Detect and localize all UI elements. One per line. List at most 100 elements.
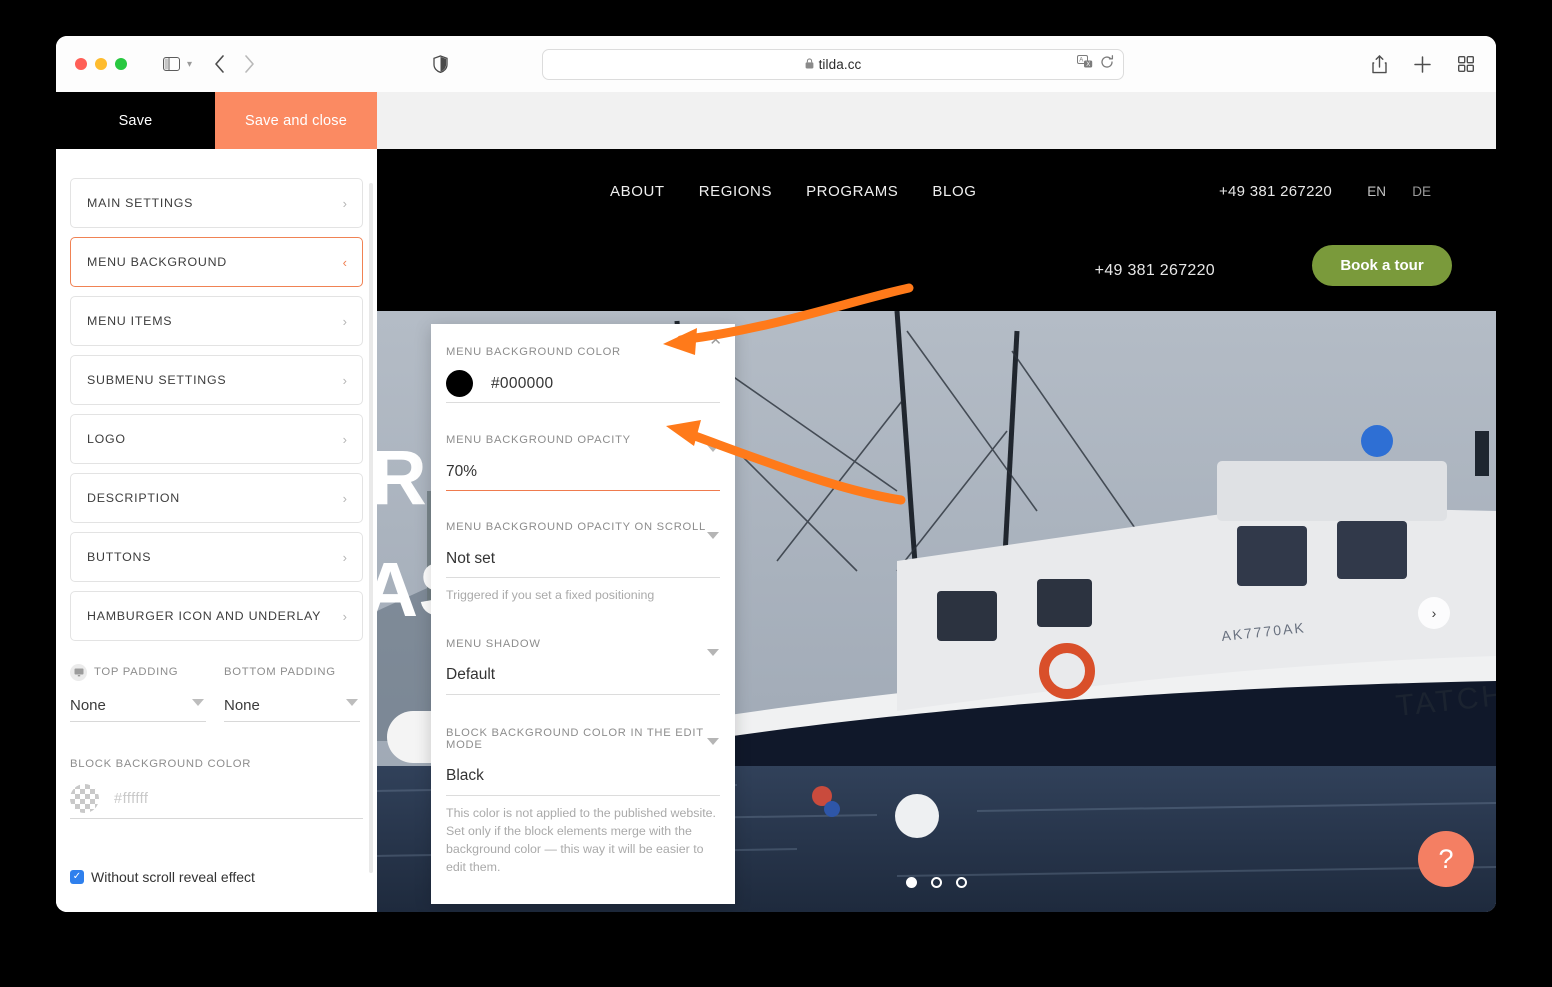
- slider-dot-2[interactable]: [931, 877, 942, 888]
- sidebar-toggle-icon[interactable]: [163, 57, 180, 71]
- caret-down-icon: [707, 532, 719, 539]
- window-controls[interactable]: [75, 58, 127, 70]
- language-switch-en[interactable]: EN: [1367, 184, 1386, 199]
- url-text: tilda.cc: [819, 57, 862, 72]
- caret-down-icon: [707, 445, 719, 452]
- block-background-color-value: #ffffff: [114, 791, 148, 807]
- chevron-right-icon: ›: [343, 315, 347, 328]
- sidebar-item-buttons[interactable]: BUTTONS ›: [70, 532, 363, 582]
- maximize-window-button[interactable]: [115, 58, 127, 70]
- color-swatch[interactable]: [446, 370, 473, 397]
- save-and-close-button[interactable]: Save and close: [215, 92, 377, 149]
- reload-icon[interactable]: [1100, 55, 1114, 74]
- chevron-right-icon: ›: [343, 197, 347, 210]
- nav-link-about[interactable]: ABOUT: [610, 183, 665, 200]
- menu-background-opacity-value: 70%: [446, 463, 477, 481]
- chevron-right-icon: ›: [343, 610, 347, 623]
- chevron-down-icon[interactable]: ▾: [187, 59, 192, 70]
- sidebar-item-logo[interactable]: LOGO ›: [70, 414, 363, 464]
- bottom-padding-value: None: [224, 697, 260, 714]
- toolbar-right-actions: [1372, 55, 1474, 74]
- sidebar-item-main-settings[interactable]: MAIN SETTINGS ›: [70, 178, 363, 228]
- sidebar-item-hamburger-icon-and-underlay[interactable]: HAMBURGER ICON AND UNDERLAY ›: [70, 591, 363, 641]
- browser-toolbar: ▾ tilda.cc AX: [56, 36, 1496, 92]
- block-background-color-edit-mode-hint: This color is not applied to the publish…: [446, 805, 720, 877]
- slider-next-button[interactable]: ›: [1418, 597, 1450, 629]
- menu-shadow-field: MENU SHADOW Default: [446, 638, 720, 695]
- sidebar-item-description[interactable]: DESCRIPTION ›: [70, 473, 363, 523]
- caret-down-icon: [192, 699, 204, 706]
- sidebar-item-submenu-settings[interactable]: SUBMENU SETTINGS ›: [70, 355, 363, 405]
- sidebar-item-label: DESCRIPTION: [87, 491, 180, 505]
- nav-links: ABOUT REGIONS PROGRAMS BLOG: [610, 183, 976, 200]
- sidebar-item-label: MENU BACKGROUND: [87, 255, 227, 269]
- block-background-color-edit-mode-select[interactable]: Black: [446, 758, 720, 796]
- sidebar-item-label: MAIN SETTINGS: [87, 196, 193, 210]
- help-button[interactable]: ?: [1418, 831, 1474, 887]
- back-arrow-icon[interactable]: [214, 55, 225, 73]
- menu-shadow-label: MENU SHADOW: [446, 638, 720, 650]
- address-bar-actions[interactable]: AX: [1077, 55, 1114, 74]
- menu-background-opacity-on-scroll-select[interactable]: Not set: [446, 540, 720, 578]
- scroll-reveal-checkbox[interactable]: ✓: [70, 870, 84, 884]
- close-window-button[interactable]: [75, 58, 87, 70]
- browser-window: ▾ tilda.cc AX: [56, 36, 1496, 912]
- without-scroll-reveal-row[interactable]: ✓ Without scroll reveal effect: [70, 869, 363, 885]
- privacy-shield-icon[interactable]: [433, 55, 448, 73]
- top-padding-value: None: [70, 697, 106, 714]
- slider-dot-1[interactable]: [906, 877, 917, 888]
- nav-link-blog[interactable]: BLOG: [932, 183, 976, 200]
- menu-shadow-select[interactable]: Default: [446, 657, 720, 695]
- chevron-right-icon: ›: [343, 492, 347, 505]
- editor-save-bar: Save Save and close: [56, 92, 1496, 149]
- bottom-padding-label: BOTTOM PADDING: [224, 666, 336, 678]
- block-background-color-field[interactable]: #ffffff: [70, 779, 363, 819]
- panel-scrollbar[interactable]: [369, 183, 373, 873]
- menu-background-settings-popup: ✕ MENU BACKGROUND COLOR #000000 MENU BAC…: [431, 324, 735, 904]
- sidebar-item-label: BUTTONS: [87, 550, 151, 564]
- sidebar-item-label: LOGO: [87, 432, 126, 446]
- plus-icon[interactable]: [1414, 56, 1431, 73]
- transparent-swatch[interactable]: [70, 784, 99, 813]
- menu-background-opacity-on-scroll-value: Not set: [446, 550, 495, 568]
- scroll-reveal-label: Without scroll reveal effect: [91, 869, 255, 885]
- block-background-color-control: BLOCK BACKGROUND COLOR #ffffff: [70, 758, 363, 819]
- tab-overview-icon[interactable]: [1458, 56, 1474, 72]
- menu-background-opacity-on-scroll-hint: Triggered if you set a fixed positioning: [446, 587, 720, 605]
- chevron-right-icon: ›: [343, 374, 347, 387]
- book-a-tour-button[interactable]: Book a tour: [1312, 245, 1452, 286]
- menu-background-opacity-select[interactable]: 70%: [446, 453, 720, 491]
- nav-link-programs[interactable]: PROGRAMS: [806, 183, 898, 200]
- menu-background-color-row[interactable]: #000000: [446, 365, 720, 403]
- tilda-editor: Save Save and close MAIN SETTINGS › MENU…: [56, 92, 1496, 912]
- top-padding-control: TOP PADDING None: [70, 663, 206, 722]
- sidebar-item-menu-background[interactable]: MENU BACKGROUND ‹: [70, 237, 363, 287]
- block-background-color-edit-mode-field: BLOCK BACKGROUND COLOR IN THE EDIT MODE …: [446, 727, 720, 877]
- minimize-window-button[interactable]: [95, 58, 107, 70]
- svg-text:A: A: [1079, 58, 1083, 64]
- bottom-padding-select[interactable]: None: [224, 690, 360, 722]
- slider-dot-3[interactable]: [956, 877, 967, 888]
- share-icon[interactable]: [1372, 55, 1387, 74]
- svg-text:X: X: [1086, 62, 1090, 68]
- bottom-padding-control: BOTTOM PADDING None: [224, 663, 360, 722]
- monitor-icon: [70, 664, 87, 681]
- nav-phone-top[interactable]: +49 381 267220: [1219, 183, 1332, 200]
- translate-icon[interactable]: AX: [1077, 55, 1093, 74]
- lock-icon: [805, 58, 814, 72]
- chevron-right-icon: ›: [343, 551, 347, 564]
- top-padding-select[interactable]: None: [70, 690, 206, 722]
- chevron-right-icon: ›: [343, 433, 347, 446]
- nav-phone-bottom[interactable]: +49 381 267220: [1095, 262, 1215, 280]
- caret-down-icon: [707, 649, 719, 656]
- address-bar[interactable]: tilda.cc AX: [542, 49, 1124, 80]
- top-padding-header: TOP PADDING: [70, 663, 206, 681]
- save-button[interactable]: Save: [56, 92, 215, 149]
- menu-background-opacity-field: MENU BACKGROUND OPACITY 70%: [446, 434, 720, 491]
- forward-arrow-icon[interactable]: [244, 55, 255, 73]
- sidebar-item-menu-items[interactable]: MENU ITEMS ›: [70, 296, 363, 346]
- nav-link-regions[interactable]: REGIONS: [699, 183, 772, 200]
- language-switch-de[interactable]: DE: [1412, 184, 1431, 199]
- sidebar-item-label: HAMBURGER ICON AND UNDERLAY: [87, 609, 321, 623]
- site-navigation-bar: ABOUT REGIONS PROGRAMS BLOG +49 381 2672…: [377, 149, 1496, 311]
